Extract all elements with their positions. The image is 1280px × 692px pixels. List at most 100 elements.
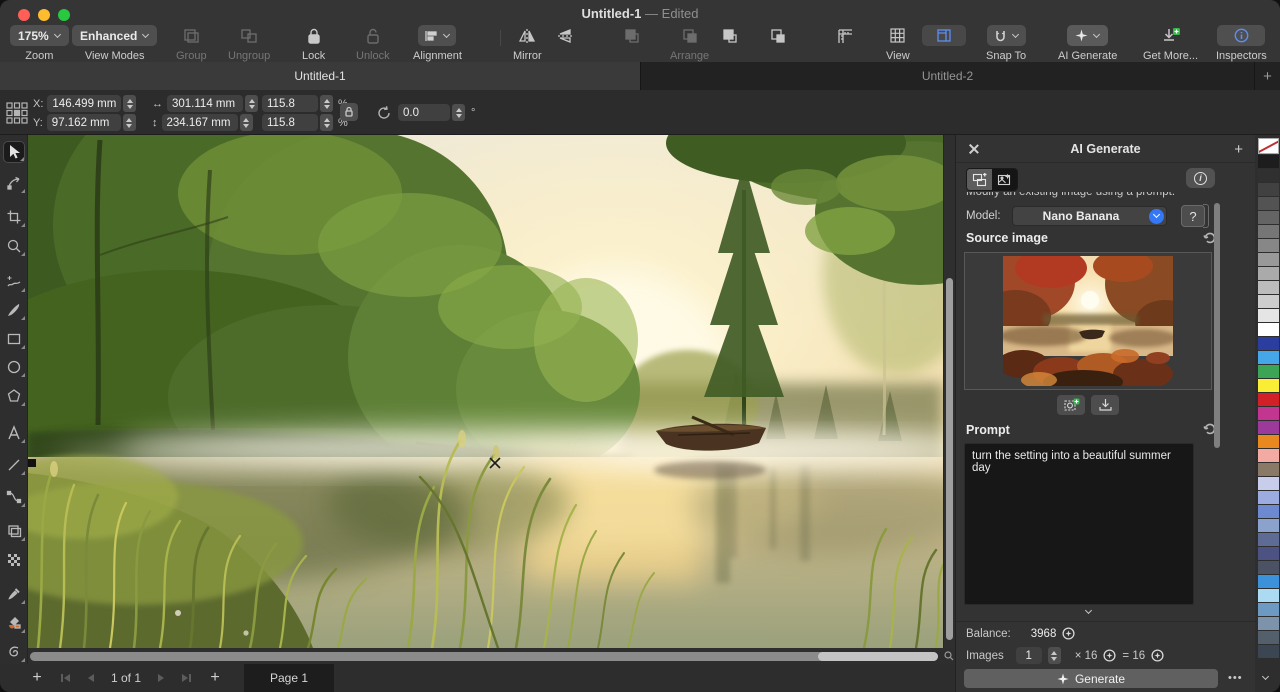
import-image-button[interactable] [1091,395,1119,415]
bring-to-front-button[interactable] [622,25,642,46]
polygon-tool[interactable] [3,385,25,407]
smear-tool[interactable] [3,641,25,663]
scale-y-stepper[interactable] [320,114,333,131]
lock-button[interactable] [305,25,323,46]
color-swatch[interactable] [1258,365,1279,378]
color-swatch[interactable] [1258,281,1279,294]
color-swatch[interactable] [1258,617,1279,630]
zoom-dropdown[interactable]: 175% [10,25,69,46]
color-swatch[interactable] [1258,603,1279,616]
color-swatch[interactable] [1258,519,1279,532]
color-swatch[interactable] [1258,589,1279,602]
previous-page-button[interactable] [88,674,94,682]
pick-tool[interactable] [3,141,25,163]
color-swatch[interactable] [1258,491,1279,504]
color-swatch[interactable] [1258,561,1279,574]
mirror-vertical-button[interactable] [556,25,576,46]
color-swatch[interactable] [1258,393,1279,406]
color-swatch[interactable] [1258,169,1279,182]
rulers-icon-button[interactable] [836,25,856,46]
color-swatch[interactable] [1258,267,1279,280]
color-swatch[interactable] [1258,449,1279,462]
drawing-canvas[interactable] [28,135,943,648]
send-backward-button[interactable] [768,25,788,46]
color-swatch[interactable] [1258,155,1279,168]
view-modes-dropdown[interactable]: Enhanced [72,25,157,46]
color-swatch[interactable] [1258,533,1279,546]
first-page-button[interactable] [61,674,70,682]
color-swatch[interactable] [1258,645,1279,658]
color-swatch[interactable] [1258,351,1279,364]
grid-icon-button[interactable] [888,25,908,46]
mode-text-to-image-button[interactable] [992,169,1017,190]
shape-tool[interactable] [3,172,25,194]
inspectors-button[interactable] [1217,25,1265,46]
color-swatch[interactable] [1258,421,1279,434]
model-help-button[interactable]: ? [1181,205,1205,227]
panel-scrollbar[interactable] [1214,195,1220,607]
send-to-back-button[interactable] [680,25,700,46]
color-swatch[interactable] [1258,477,1279,490]
color-swatch[interactable] [1258,631,1279,644]
height-stepper[interactable] [240,114,253,131]
mirror-horizontal-button[interactable] [517,25,537,46]
color-swatch[interactable] [1258,337,1279,350]
lock-ratio-button[interactable] [340,103,358,121]
connector-tool[interactable] [3,486,25,508]
next-page-button[interactable] [158,674,164,682]
y-stepper[interactable] [123,114,136,131]
color-swatch[interactable] [1258,239,1279,252]
tab-untitled-2[interactable]: Untitled-2 [640,62,1254,90]
add-page-button-right[interactable]: + [200,669,230,687]
alignment-dropdown[interactable] [418,25,456,46]
object-height-field[interactable]: 234.167 mm [162,114,238,131]
zoom-corner-button[interactable] [943,648,955,664]
rectangle-tool[interactable] [3,328,25,350]
x-stepper[interactable] [123,95,136,112]
color-swatch[interactable] [1258,225,1279,238]
color-swatch[interactable] [1258,575,1279,588]
freehand-tool[interactable] [3,271,25,293]
artistic-media-tool[interactable] [3,520,25,542]
line-tool[interactable] [3,454,25,476]
unlock-button[interactable] [364,25,382,46]
page-view-button[interactable] [922,25,966,46]
color-swatch[interactable] [1258,211,1279,224]
vertical-scrollbar-thumb[interactable] [946,278,953,640]
model-dropdown[interactable]: Nano Banana [1012,206,1167,226]
scale-x-stepper[interactable] [320,95,333,112]
ai-generate-dropdown[interactable] [1067,25,1108,46]
color-swatch[interactable] [1258,197,1279,210]
tab-untitled-1[interactable]: Untitled-1 [0,62,640,90]
color-swatch[interactable] [1258,295,1279,308]
panel-scrollbar-thumb[interactable] [1214,203,1220,448]
horizontal-scrollbar[interactable] [28,648,943,664]
replace-from-selection-button[interactable] [1057,395,1085,415]
eyedropper-tool[interactable] [3,583,25,605]
x-position-field[interactable]: 146.499 mm [47,95,121,112]
prompt-input[interactable]: turn the setting into a beautiful summer… [964,443,1194,605]
generate-button[interactable]: Generate [964,669,1218,688]
no-color-swatch[interactable] [1258,138,1279,154]
zoom-tool[interactable] [3,235,25,257]
group-button[interactable] [181,25,201,46]
color-swatch[interactable] [1258,435,1279,448]
scale-x-field[interactable]: 115.8 [262,95,318,112]
source-image-frame[interactable] [964,252,1212,390]
snap-to-dropdown[interactable] [987,25,1026,46]
selection-anchor-icon[interactable] [5,101,29,125]
text-tool[interactable] [3,422,25,444]
color-swatch[interactable] [1258,463,1279,476]
transparency-tool[interactable] [3,549,25,571]
crop-tool[interactable] [3,206,25,228]
page-1-tab[interactable]: Page 1 [244,664,334,692]
images-stepper[interactable] [1048,647,1061,664]
add-panel-button[interactable]: + [1234,141,1243,158]
color-swatch[interactable] [1258,309,1279,322]
width-stepper[interactable] [245,95,258,112]
rotation-stepper[interactable] [452,104,465,121]
color-swatch[interactable] [1258,505,1279,518]
bring-forward-button[interactable] [720,25,740,46]
last-page-button[interactable] [182,674,191,682]
color-swatch[interactable] [1258,253,1279,266]
